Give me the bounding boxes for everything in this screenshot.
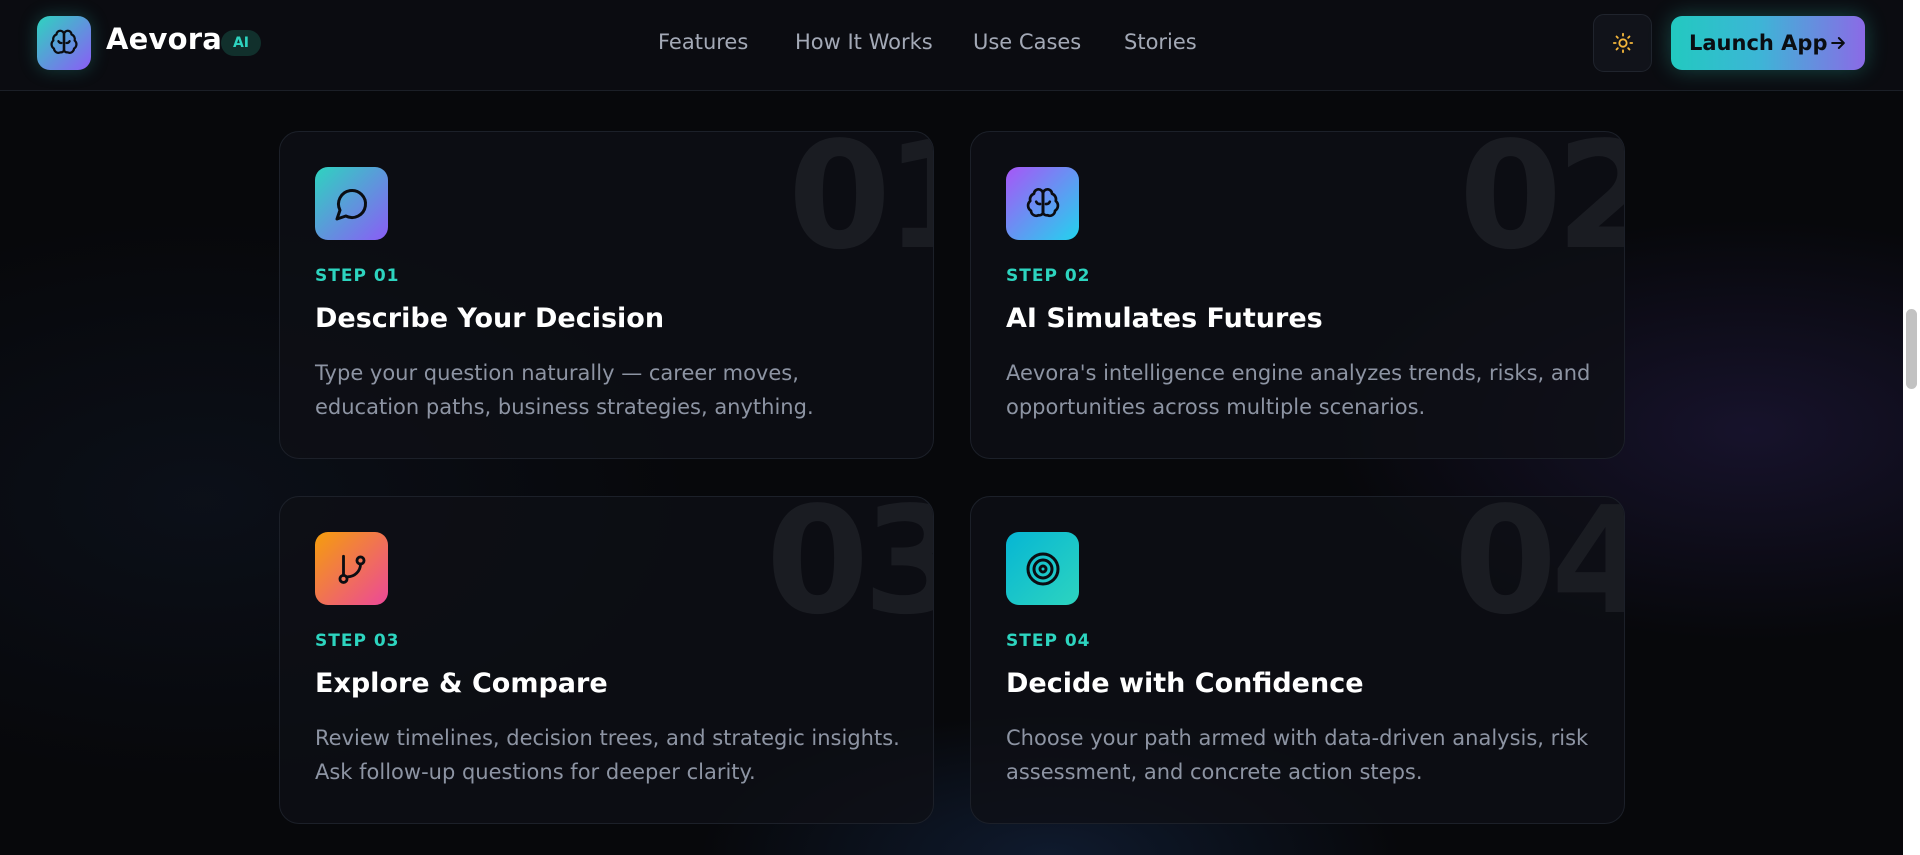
top-nav-bar: Aevora AI Features How It Works Use Case… [0, 0, 1903, 91]
step-icon-tile [315, 167, 388, 240]
step-card-04: 04 STEP 04 Decide with Confidence Choose… [970, 496, 1625, 824]
nav-link-use-cases[interactable]: Use Cases [973, 30, 1081, 54]
step-description: Aevora's intelligence engine analyzes tr… [1006, 361, 1591, 419]
target-icon [1026, 552, 1059, 585]
nav-link-stories[interactable]: Stories [1124, 30, 1197, 54]
step-icon-tile [315, 532, 388, 605]
step-card-02: 02 STEP 02 AI Simulates Futures Aevora's… [970, 131, 1625, 459]
step-description: Choose your path armed with data-driven … [1006, 726, 1589, 784]
step-icon-tile [1006, 167, 1079, 240]
step-label: STEP 01 [315, 266, 400, 286]
git-branch-icon [338, 554, 365, 584]
step-label: STEP 02 [1006, 266, 1091, 286]
launch-app-button[interactable]: Launch App [1671, 16, 1865, 70]
sun-icon [1612, 32, 1633, 54]
step-number-watermark: 04 [1454, 496, 1624, 647]
step-card-03: 03 STEP 03 Explore & Compare Review time… [279, 496, 934, 824]
step-description: Type your question naturally — career mo… [315, 361, 814, 419]
brain-icon [1026, 187, 1059, 217]
brand-name[interactable]: Aevora [106, 22, 222, 56]
message-circle-icon [335, 188, 367, 220]
step-title: Describe Your Decision [315, 303, 665, 334]
scrollbar-thumb[interactable] [1906, 309, 1917, 389]
step-description: Review timelines, decision trees, and st… [315, 726, 900, 784]
launch-app-label: Launch App [1689, 31, 1828, 55]
page: Aevora AI Features How It Works Use Case… [0, 0, 1920, 855]
step-number-watermark: 03 [766, 496, 933, 647]
brain-icon [50, 29, 78, 54]
step-number-watermark: 01 [788, 131, 933, 282]
theme-toggle-button[interactable] [1593, 14, 1652, 72]
step-label: STEP 04 [1006, 631, 1091, 651]
scrollbar-track[interactable] [1903, 0, 1920, 855]
step-icon-tile [1006, 532, 1079, 605]
step-card-01: 01 STEP 01 Describe Your Decision Type y… [279, 131, 934, 459]
step-title: Decide with Confidence [1006, 668, 1364, 699]
step-number-watermark: 02 [1459, 131, 1624, 282]
nav-link-how-it-works[interactable]: How It Works [795, 30, 933, 54]
logo[interactable] [37, 16, 91, 70]
step-title: Explore & Compare [315, 668, 608, 699]
ai-badge: AI [221, 30, 261, 56]
step-label: STEP 03 [315, 631, 400, 651]
arrow-right-icon [1831, 37, 1845, 49]
nav-link-features[interactable]: Features [658, 30, 748, 54]
step-title: AI Simulates Futures [1006, 303, 1323, 334]
